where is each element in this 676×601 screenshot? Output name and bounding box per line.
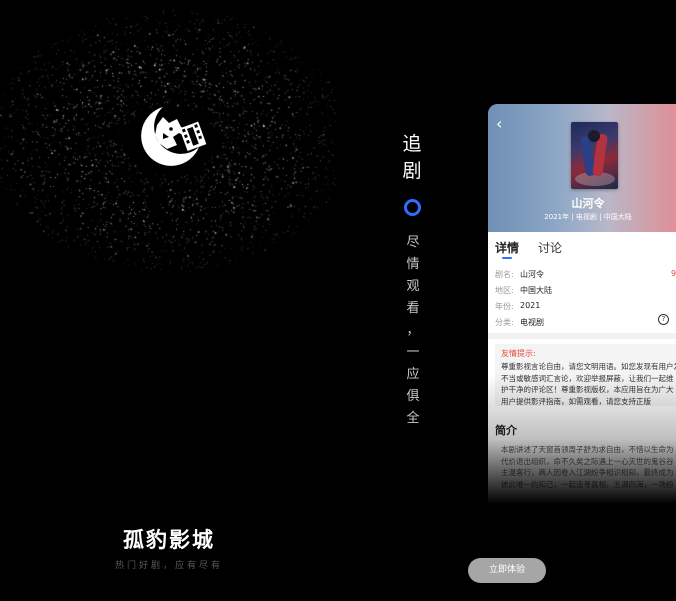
intro-line: 彼此唯一的知己，一起追寻真相，五湖四海，一场纷 xyxy=(501,479,674,489)
intro-line: 代价退出组织，命不久矣之际遇上一心灭世的鬼谷谷 xyxy=(501,456,674,466)
drama-title: 山河令 xyxy=(571,197,605,210)
drama-meta: 2021年 | 电视剧 | 中国大陆 xyxy=(544,213,632,221)
tagline-char: 全 xyxy=(406,411,420,426)
tagline-char: 俱 xyxy=(406,389,420,404)
splash-screen: 孤豹影城 热门好剧，应有尽有 xyxy=(0,0,338,601)
intro-title: 简介 xyxy=(495,424,517,437)
notice-line: 护干净的评论区！尊重影视版权，本应用旨在为广大 xyxy=(501,385,674,394)
headline-vertical: 追 剧 xyxy=(400,131,424,185)
tagline-char: 情 xyxy=(406,257,420,272)
info-list: 剧名: 山河令 地区: 中国大陆 年份: 2021 分类: 电视剧 9 ? xyxy=(488,262,676,332)
tagline-char: ， xyxy=(406,323,420,338)
notice-line: 用户提供影评指南，如需观看，请您支持正版 xyxy=(501,396,651,406)
info-value: 中国大陆 xyxy=(520,286,552,295)
section-divider xyxy=(488,333,676,339)
tagline-char: 观 xyxy=(406,279,420,294)
app-slogan: 热门好剧，应有尽有 xyxy=(114,561,223,571)
tagline-char: 尽 xyxy=(406,235,420,250)
info-value: 山河令 xyxy=(520,270,544,279)
leopard-film-reel-logo-icon xyxy=(141,107,207,166)
intro-line: 主温客行，两人因卷入江湖纷争相识相知，最终成为 xyxy=(501,468,674,477)
tab-discussion[interactable]: 讨论 xyxy=(538,239,562,256)
tagline-char: 看 xyxy=(406,301,420,316)
question-icon[interactable]: ? xyxy=(658,314,669,325)
notice-body: 尊重影视言论自由，请您文明用语。如您发现有用户发 不当或敏感词汇言论，欢迎举报屏蔽… xyxy=(501,361,676,407)
info-value: 2021 xyxy=(520,301,541,310)
tab-details[interactable]: 详情 xyxy=(495,239,519,259)
app-name: 孤豹影城 xyxy=(123,528,215,552)
notice-line: 不当或敏感词汇言论，欢迎举报屏蔽，让我们一起维 xyxy=(501,373,674,383)
back-arrow-icon[interactable]: ‹ xyxy=(496,114,502,133)
detail-tabs: 详情 讨论 xyxy=(488,232,676,262)
notice-line: 尊重影视言论自由，请您文明用语。如您发现有用户发 xyxy=(501,362,676,371)
tagline-char: 应 xyxy=(406,367,420,382)
headline-char: 剧 xyxy=(402,160,422,182)
tagline-char: 一 xyxy=(406,345,420,360)
intro-body: 本剧讲述了天窗首领周子舒为求自由，不惜以生命为 代价退出组织，命不久矣之际遇上一心… xyxy=(501,444,676,490)
starfield-background xyxy=(0,0,338,400)
tagline-vertical: 尽 情 观 看 ， 一 应 俱 全 xyxy=(401,232,425,430)
detail-header: ‹ 山河令 2021年 | 电视剧 | 中国大陆 xyxy=(488,104,676,232)
ring-icon xyxy=(404,199,421,216)
promo-screen: 追 剧 尽 情 观 看 ， 一 应 俱 全 ‹ 山河令 2021年 | 电视剧 … xyxy=(338,0,676,601)
info-value: 电视剧 xyxy=(520,318,544,327)
drama-poster[interactable] xyxy=(571,122,618,189)
score-value: 9 xyxy=(671,269,676,278)
detail-page-preview: ‹ 山河令 2021年 | 电视剧 | 中国大陆 详情 讨论 剧名: 山河令 地… xyxy=(488,104,676,504)
try-now-button[interactable]: 立即体验 xyxy=(468,558,546,583)
notice-title: 友情提示: xyxy=(501,349,536,358)
headline-char: 追 xyxy=(402,133,422,155)
intro-line: 本剧讲述了天窗首领周子舒为求自由，不惜以生命为 xyxy=(501,445,674,454)
notice-box: 友情提示: 尊重影视言论自由，请您文明用语。如您发现有用户发 不当或敏感词汇言论，… xyxy=(495,344,676,406)
